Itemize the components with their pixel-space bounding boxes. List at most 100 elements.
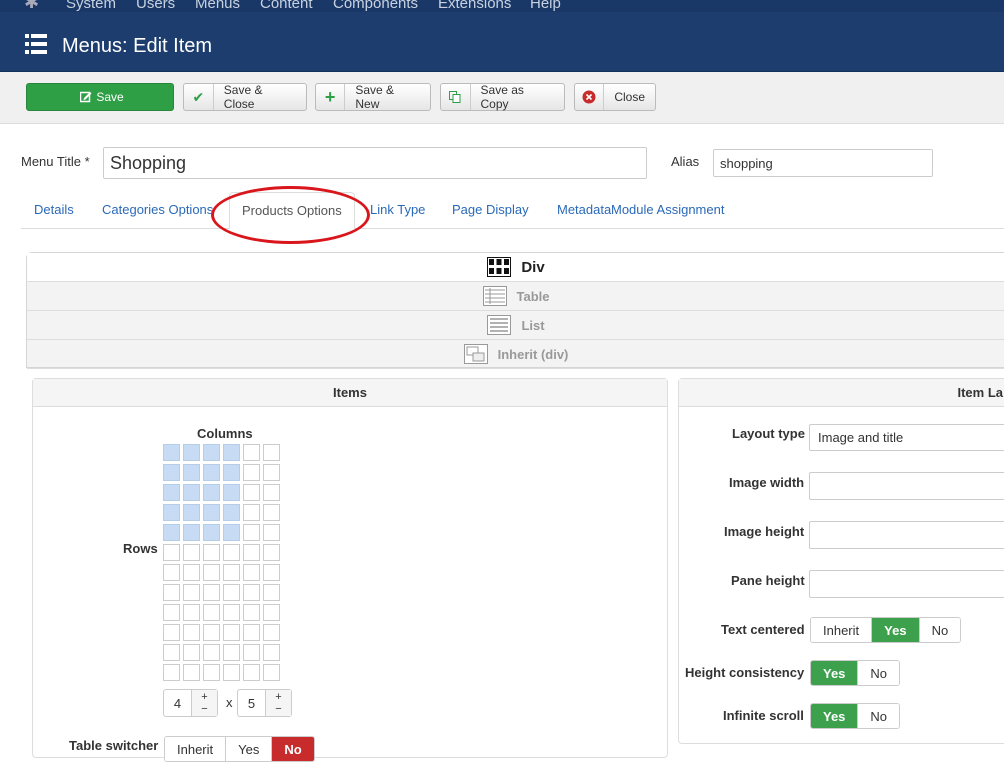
rows-plus[interactable]: + [266,691,291,703]
close-button[interactable]: Close [574,83,656,111]
grid-cell[interactable] [263,544,280,561]
grid-cell[interactable] [243,664,260,681]
grid-cell[interactable] [243,504,260,521]
grid-cell[interactable] [203,644,220,661]
grid-cell[interactable] [223,664,240,681]
rows-stepper[interactable]: 5 + − [237,689,292,717]
tab-module-assignment[interactable]: Module Assignment [611,202,724,217]
text-centered-inherit[interactable]: Inherit [811,618,873,642]
table-switcher-no[interactable]: No [272,737,314,761]
grid-cell[interactable] [243,464,260,481]
grid-cell[interactable] [263,504,280,521]
grid-cell[interactable] [163,624,180,641]
table-switcher-inherit[interactable]: Inherit [165,737,227,761]
columns-plus-minus[interactable]: + − [191,690,217,716]
grid-cell[interactable] [243,544,260,561]
grid-cell[interactable] [163,664,180,681]
nav-components[interactable]: Components [333,0,418,12]
save-close-button[interactable]: ✔ Save & Close [183,83,307,111]
infinite-scroll-toggle[interactable]: Yes No [810,703,901,729]
text-centered-toggle[interactable]: Inherit Yes No [810,617,962,643]
grid-cell[interactable] [263,524,280,541]
grid-cell[interactable] [223,444,240,461]
grid-cell[interactable] [163,484,180,501]
grid-cell[interactable] [163,444,180,461]
pane-height-input[interactable] [809,570,1004,598]
infinite-scroll-yes[interactable]: Yes [811,704,859,728]
tab-categories-options[interactable]: Categories Options [102,202,213,217]
grid-cell[interactable] [223,644,240,661]
height-consistency-yes[interactable]: Yes [811,661,859,685]
grid-cell[interactable] [263,604,280,621]
grid-cell[interactable] [223,524,240,541]
menu-title-input[interactable]: Shopping [103,147,647,179]
tab-link-type[interactable]: Link Type [370,202,425,217]
grid-cell[interactable] [163,564,180,581]
grid-cell[interactable] [243,644,260,661]
grid-cell[interactable] [163,464,180,481]
infinite-scroll-no[interactable]: No [858,704,900,728]
grid-cell[interactable] [263,484,280,501]
nav-system[interactable]: System [66,0,116,12]
nav-content[interactable]: Content [260,0,313,12]
grid-cell[interactable] [243,524,260,541]
nav-users[interactable]: Users [136,0,175,12]
grid-cell[interactable] [163,604,180,621]
grid-cell[interactable] [183,544,200,561]
rows-minus[interactable]: − [266,703,291,715]
save-new-button[interactable]: + Save & New [315,83,431,111]
grid-cell[interactable] [263,624,280,641]
grid-cell[interactable] [203,504,220,521]
alias-input[interactable]: shopping [713,149,933,177]
layout-type-select[interactable]: Image and title [809,424,1004,451]
nav-extensions[interactable]: Extensions [438,0,511,12]
grid-cell[interactable] [183,644,200,661]
grid-cell[interactable] [183,624,200,641]
layout-option-inherit[interactable]: Inherit (div) [27,340,1004,369]
grid-cell[interactable] [243,484,260,501]
grid-cell[interactable] [243,624,260,641]
grid-cell[interactable] [183,564,200,581]
grid-cell[interactable] [203,604,220,621]
grid-cell[interactable] [223,544,240,561]
nav-help[interactable]: Help [530,0,561,12]
layout-option-table[interactable]: Table [27,282,1004,311]
grid-cell[interactable] [163,504,180,521]
grid-cell[interactable] [163,524,180,541]
height-consistency-toggle[interactable]: Yes No [810,660,901,686]
columns-stepper[interactable]: 4 + − [163,689,218,717]
grid-cell[interactable] [183,664,200,681]
grid-cell[interactable] [223,484,240,501]
tab-metadata[interactable]: Metadata [557,202,611,217]
grid-cell[interactable] [243,444,260,461]
grid-cell[interactable] [183,444,200,461]
grid-cell[interactable] [243,564,260,581]
image-width-input[interactable] [809,472,1004,500]
grid-cell[interactable] [203,524,220,541]
columns-plus[interactable]: + [192,691,217,703]
grid-cell[interactable] [183,524,200,541]
grid-cell[interactable] [263,444,280,461]
grid-cell[interactable] [243,584,260,601]
grid-cell[interactable] [223,464,240,481]
grid-cell[interactable] [263,564,280,581]
grid-cell[interactable] [183,504,200,521]
grid-cell[interactable] [203,584,220,601]
grid-cell[interactable] [183,464,200,481]
save-button[interactable]: Save [26,83,174,111]
tab-products-options[interactable]: Products Options [229,192,355,229]
save-copy-button[interactable]: Save as Copy [440,83,565,111]
text-centered-no[interactable]: No [919,618,961,642]
grid-cell[interactable] [263,644,280,661]
grid-cell[interactable] [223,604,240,621]
grid-cell[interactable] [183,484,200,501]
grid-cell[interactable] [223,564,240,581]
grid-cell[interactable] [243,604,260,621]
grid-cell[interactable] [263,464,280,481]
layout-option-list[interactable]: List [27,311,1004,340]
tab-page-display[interactable]: Page Display [452,202,529,217]
grid-cell[interactable] [223,584,240,601]
text-centered-yes[interactable]: Yes [872,618,920,642]
joomla-logo-icon[interactable]: ✱ [24,0,39,12]
grid-cell[interactable] [203,444,220,461]
